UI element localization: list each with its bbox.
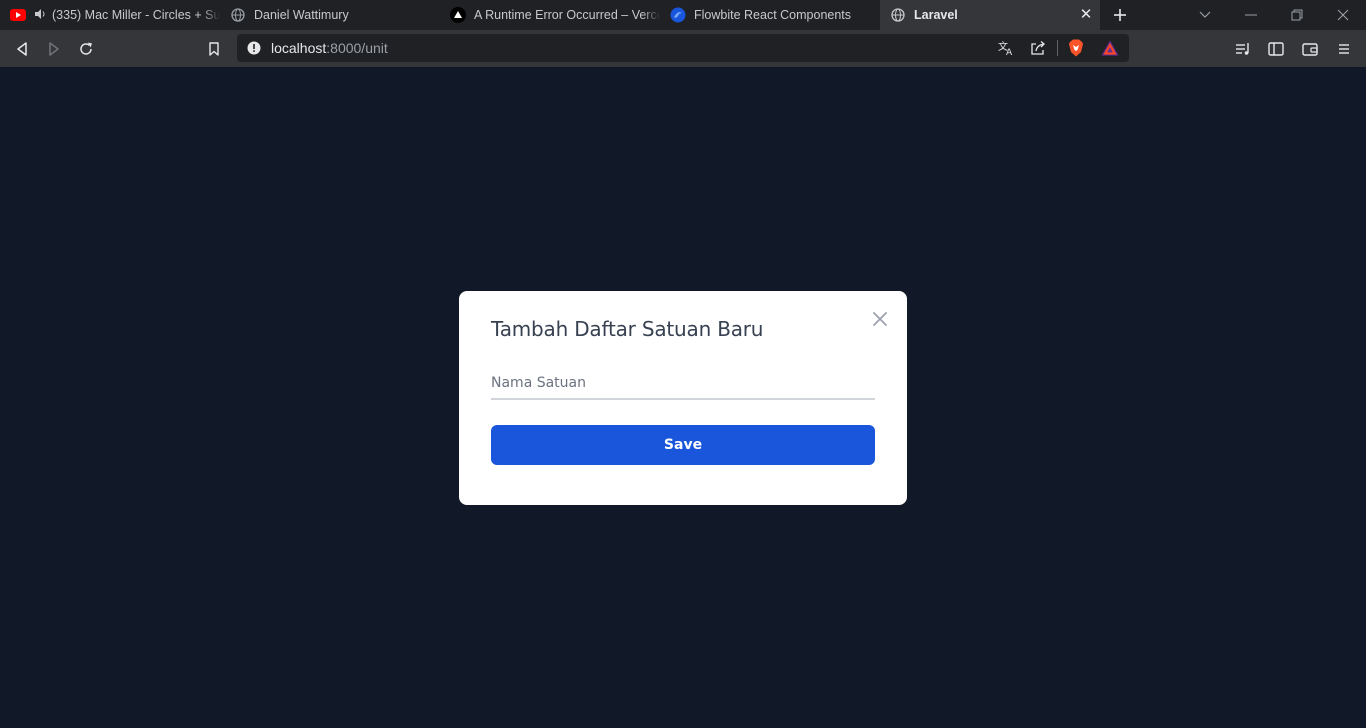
address-bar[interactable]: localhost:8000/unit 文A	[237, 34, 1129, 62]
youtube-icon	[10, 7, 26, 23]
tab-title: Daniel Wattimury	[254, 8, 349, 22]
add-unit-modal: Tambah Daftar Satuan Baru Save	[459, 291, 907, 505]
translate-icon[interactable]: 文A	[997, 39, 1015, 57]
tab-youtube[interactable]: (335) Mac Miller - Circles + Sur	[0, 0, 220, 30]
tab-strip: (335) Mac Miller - Circles + Sur Daniel …	[0, 0, 1366, 30]
globe-icon	[890, 7, 906, 23]
back-button[interactable]	[10, 37, 34, 61]
url-path: :8000/unit	[326, 40, 388, 56]
sidebar-button[interactable]	[1264, 37, 1288, 61]
brave-rewards-icon[interactable]	[1101, 39, 1119, 57]
omnibox-divider	[1057, 40, 1058, 56]
brave-shields-icon[interactable]	[1067, 39, 1085, 57]
tab-title: Flowbite React Components	[694, 8, 852, 22]
save-button[interactable]: Save	[491, 425, 875, 465]
vercel-icon	[450, 7, 466, 23]
media-queue-button[interactable]	[1231, 37, 1255, 61]
globe-icon	[230, 7, 246, 23]
tab-daniel[interactable]: Daniel Wattimury	[220, 0, 440, 30]
close-window-button[interactable]	[1320, 0, 1366, 30]
tab-laravel[interactable]: Laravel ✕	[880, 0, 1100, 30]
tab-fade	[642, 0, 660, 30]
modal-title: Tambah Daftar Satuan Baru	[491, 317, 764, 341]
reload-button[interactable]	[74, 37, 98, 61]
tab-vercel[interactable]: A Runtime Error Occurred – Vercel	[440, 0, 660, 30]
tab-title: Laravel	[914, 8, 958, 22]
bookmark-button[interactable]	[202, 37, 226, 61]
minimize-button[interactable]	[1228, 0, 1274, 30]
tab-search-button[interactable]	[1182, 0, 1228, 30]
tab-flowbite[interactable]: Flowbite React Components	[660, 0, 880, 30]
new-tab-button[interactable]	[1100, 0, 1140, 30]
site-info-icon[interactable]	[247, 41, 261, 55]
close-tab-icon[interactable]: ✕	[1078, 7, 1094, 23]
flowbite-icon	[670, 7, 686, 23]
close-icon[interactable]	[871, 310, 889, 328]
svg-text:A: A	[1006, 48, 1013, 56]
unit-name-input[interactable]	[491, 367, 875, 400]
forward-button[interactable]	[42, 37, 66, 61]
url-text: localhost:8000/unit	[271, 40, 388, 56]
url-host: localhost	[271, 40, 327, 56]
tab-title: (335) Mac Miller - Circles + Sur	[52, 8, 220, 22]
speaker-icon[interactable]	[34, 8, 46, 23]
menu-button[interactable]	[1332, 37, 1356, 61]
share-icon[interactable]	[1029, 39, 1047, 57]
tab-title: A Runtime Error Occurred – Vercel	[474, 8, 660, 22]
restore-button[interactable]	[1274, 0, 1320, 30]
wallet-button[interactable]	[1298, 37, 1322, 61]
tab-fade	[202, 0, 220, 30]
